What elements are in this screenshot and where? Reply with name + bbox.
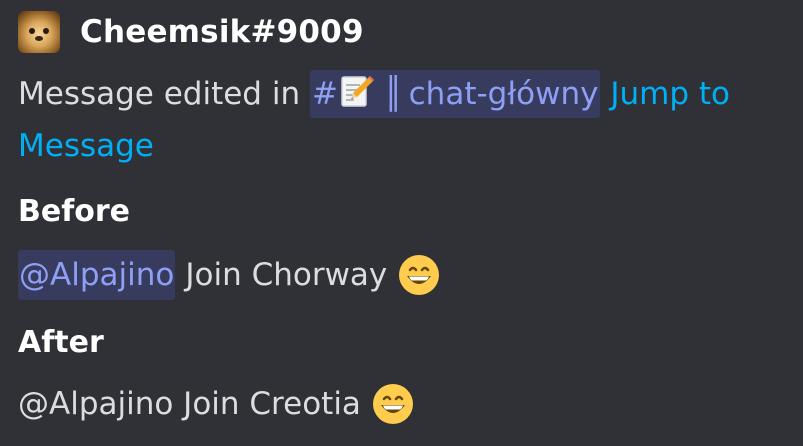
- field-after-value: @Alpajino Join Creotia: [18, 382, 415, 426]
- channel-separator: ║: [383, 76, 403, 112]
- grinning-face-icon: [399, 255, 440, 295]
- embed-author: Cheemsik#9009: [18, 10, 364, 54]
- avatar-eye-right: [43, 28, 49, 34]
- embed-card: Cheemsik#9009 Message edited in # ║ chat-g…: [0, 0, 803, 446]
- channel-hash: #: [311, 76, 338, 112]
- embed-description: Message edited in # ║ chat-główny Jump to M…: [18, 68, 788, 172]
- jump-link-part1: Jump to: [610, 76, 730, 112]
- pencil-memo-icon: [341, 76, 374, 107]
- dog-avatar[interactable]: [18, 11, 60, 53]
- field-before-value: @Alpajino Join Chorway: [18, 250, 441, 300]
- description-prefix: Message edited in: [18, 76, 301, 112]
- grinning-face-icon: [372, 384, 413, 424]
- after-text: @Alpajino Join Creotia: [18, 386, 361, 422]
- jump-link-part2: Message: [18, 128, 154, 164]
- avatar-eye-left: [29, 28, 35, 34]
- avatar-nose: [35, 36, 43, 41]
- user-mention[interactable]: @Alpajino: [18, 250, 176, 300]
- before-text: Join Chorway: [185, 257, 388, 293]
- channel-name: chat-główny: [408, 76, 599, 112]
- field-after-name: After: [18, 325, 104, 360]
- channel-mention[interactable]: # ║ chat-główny: [309, 70, 601, 118]
- author-name[interactable]: Cheemsik#9009: [80, 14, 364, 50]
- field-before-name: Before: [18, 194, 131, 229]
